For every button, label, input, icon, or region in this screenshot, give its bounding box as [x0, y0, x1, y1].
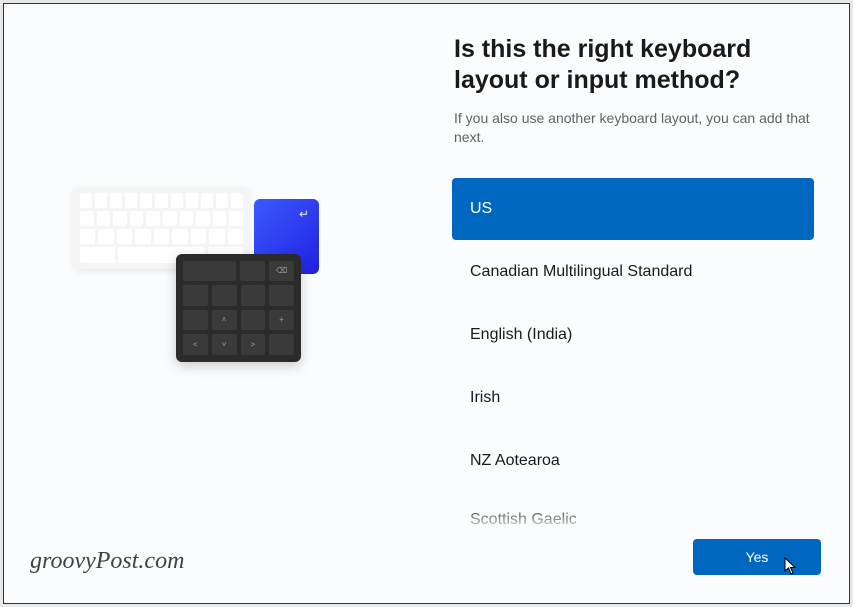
- watermark-text: groovyPost.com: [30, 548, 184, 575]
- illustration-panel: ⌫ ˄+ ˂˅˃: [4, 4, 404, 603]
- page-heading: Is this the right keyboard layout or inp…: [454, 34, 814, 97]
- layout-option-label: Scottish Gaelic: [470, 511, 577, 529]
- layout-option-irish[interactable]: Irish: [452, 367, 814, 429]
- layout-option-canadian[interactable]: Canadian Multilingual Standard: [452, 241, 814, 303]
- layout-option-label: NZ Aotearoa: [470, 452, 560, 470]
- layout-option-us[interactable]: US: [452, 178, 814, 240]
- dark-numpad-graphic: ⌫ ˄+ ˂˅˃: [176, 254, 301, 362]
- layout-option-label: English (India): [470, 326, 572, 344]
- layout-option-label: Irish: [470, 389, 500, 407]
- setup-window: ⌫ ˄+ ˂˅˃ Is this the right keyboard layo…: [3, 3, 850, 604]
- keyboard-layout-list[interactable]: US Canadian Multilingual Standard Englis…: [452, 178, 814, 533]
- yes-button[interactable]: Yes: [693, 539, 821, 575]
- content-panel: Is this the right keyboard layout or inp…: [454, 34, 814, 533]
- layout-option-label: Canadian Multilingual Standard: [470, 263, 692, 281]
- page-subheading: If you also use another keyboard layout,…: [454, 109, 814, 148]
- layout-option-english-india[interactable]: English (India): [452, 304, 814, 366]
- layout-option-label: US: [470, 200, 492, 218]
- keyboard-illustration: ⌫ ˄+ ˂˅˃: [64, 169, 344, 369]
- layout-option-nz[interactable]: NZ Aotearoa: [452, 430, 814, 492]
- layout-option-scottish[interactable]: Scottish Gaelic: [452, 493, 814, 533]
